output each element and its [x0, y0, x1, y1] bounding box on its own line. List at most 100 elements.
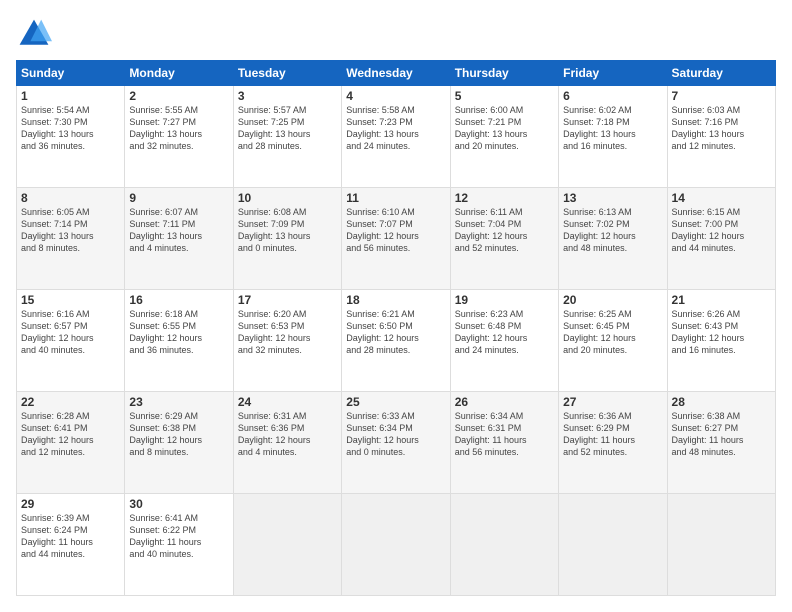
calendar-cell: 10Sunrise: 6:08 AM Sunset: 7:09 PM Dayli…	[233, 188, 341, 290]
calendar-cell: 24Sunrise: 6:31 AM Sunset: 6:36 PM Dayli…	[233, 392, 341, 494]
day-info: Sunrise: 6:08 AM Sunset: 7:09 PM Dayligh…	[238, 206, 337, 255]
day-number: 14	[672, 191, 771, 205]
day-number: 3	[238, 89, 337, 103]
day-number: 23	[129, 395, 228, 409]
day-info: Sunrise: 6:33 AM Sunset: 6:34 PM Dayligh…	[346, 410, 445, 459]
calendar-cell: 28Sunrise: 6:38 AM Sunset: 6:27 PM Dayli…	[667, 392, 775, 494]
day-number: 20	[563, 293, 662, 307]
day-number: 13	[563, 191, 662, 205]
day-info: Sunrise: 6:41 AM Sunset: 6:22 PM Dayligh…	[129, 512, 228, 561]
weekday-header: Sunday	[17, 61, 125, 86]
day-number: 9	[129, 191, 228, 205]
calendar-cell	[559, 494, 667, 596]
day-number: 29	[21, 497, 120, 511]
day-number: 1	[21, 89, 120, 103]
calendar-cell: 4Sunrise: 5:58 AM Sunset: 7:23 PM Daylig…	[342, 86, 450, 188]
day-number: 21	[672, 293, 771, 307]
weekday-header: Monday	[125, 61, 233, 86]
day-number: 6	[563, 89, 662, 103]
day-number: 18	[346, 293, 445, 307]
day-info: Sunrise: 6:18 AM Sunset: 6:55 PM Dayligh…	[129, 308, 228, 357]
day-info: Sunrise: 6:03 AM Sunset: 7:16 PM Dayligh…	[672, 104, 771, 153]
day-info: Sunrise: 6:00 AM Sunset: 7:21 PM Dayligh…	[455, 104, 554, 153]
day-number: 2	[129, 89, 228, 103]
day-info: Sunrise: 5:57 AM Sunset: 7:25 PM Dayligh…	[238, 104, 337, 153]
day-number: 11	[346, 191, 445, 205]
day-number: 15	[21, 293, 120, 307]
calendar-cell	[450, 494, 558, 596]
day-info: Sunrise: 5:54 AM Sunset: 7:30 PM Dayligh…	[21, 104, 120, 153]
calendar-cell: 2Sunrise: 5:55 AM Sunset: 7:27 PM Daylig…	[125, 86, 233, 188]
day-number: 10	[238, 191, 337, 205]
day-info: Sunrise: 6:36 AM Sunset: 6:29 PM Dayligh…	[563, 410, 662, 459]
day-number: 17	[238, 293, 337, 307]
calendar-week-row: 1Sunrise: 5:54 AM Sunset: 7:30 PM Daylig…	[17, 86, 776, 188]
day-number: 27	[563, 395, 662, 409]
day-info: Sunrise: 5:58 AM Sunset: 7:23 PM Dayligh…	[346, 104, 445, 153]
calendar-week-row: 22Sunrise: 6:28 AM Sunset: 6:41 PM Dayli…	[17, 392, 776, 494]
weekday-header: Wednesday	[342, 61, 450, 86]
day-info: Sunrise: 6:13 AM Sunset: 7:02 PM Dayligh…	[563, 206, 662, 255]
day-number: 26	[455, 395, 554, 409]
calendar-cell	[667, 494, 775, 596]
calendar-cell: 25Sunrise: 6:33 AM Sunset: 6:34 PM Dayli…	[342, 392, 450, 494]
day-info: Sunrise: 5:55 AM Sunset: 7:27 PM Dayligh…	[129, 104, 228, 153]
calendar-cell: 6Sunrise: 6:02 AM Sunset: 7:18 PM Daylig…	[559, 86, 667, 188]
day-number: 4	[346, 89, 445, 103]
calendar-cell: 5Sunrise: 6:00 AM Sunset: 7:21 PM Daylig…	[450, 86, 558, 188]
day-info: Sunrise: 6:02 AM Sunset: 7:18 PM Dayligh…	[563, 104, 662, 153]
weekday-header: Thursday	[450, 61, 558, 86]
calendar-cell: 21Sunrise: 6:26 AM Sunset: 6:43 PM Dayli…	[667, 290, 775, 392]
weekday-header-row: SundayMondayTuesdayWednesdayThursdayFrid…	[17, 61, 776, 86]
day-number: 22	[21, 395, 120, 409]
calendar-cell: 23Sunrise: 6:29 AM Sunset: 6:38 PM Dayli…	[125, 392, 233, 494]
calendar-cell: 3Sunrise: 5:57 AM Sunset: 7:25 PM Daylig…	[233, 86, 341, 188]
day-info: Sunrise: 6:28 AM Sunset: 6:41 PM Dayligh…	[21, 410, 120, 459]
calendar-cell: 27Sunrise: 6:36 AM Sunset: 6:29 PM Dayli…	[559, 392, 667, 494]
day-number: 28	[672, 395, 771, 409]
header	[16, 16, 776, 52]
calendar-table: SundayMondayTuesdayWednesdayThursdayFrid…	[16, 60, 776, 596]
calendar-cell	[342, 494, 450, 596]
day-info: Sunrise: 6:25 AM Sunset: 6:45 PM Dayligh…	[563, 308, 662, 357]
day-number: 19	[455, 293, 554, 307]
calendar-week-row: 8Sunrise: 6:05 AM Sunset: 7:14 PM Daylig…	[17, 188, 776, 290]
logo-icon	[16, 16, 52, 52]
calendar-cell: 19Sunrise: 6:23 AM Sunset: 6:48 PM Dayli…	[450, 290, 558, 392]
day-info: Sunrise: 6:21 AM Sunset: 6:50 PM Dayligh…	[346, 308, 445, 357]
day-info: Sunrise: 6:16 AM Sunset: 6:57 PM Dayligh…	[21, 308, 120, 357]
weekday-header: Tuesday	[233, 61, 341, 86]
day-info: Sunrise: 6:34 AM Sunset: 6:31 PM Dayligh…	[455, 410, 554, 459]
day-number: 8	[21, 191, 120, 205]
day-info: Sunrise: 6:11 AM Sunset: 7:04 PM Dayligh…	[455, 206, 554, 255]
day-number: 7	[672, 89, 771, 103]
logo	[16, 16, 58, 52]
calendar-cell: 16Sunrise: 6:18 AM Sunset: 6:55 PM Dayli…	[125, 290, 233, 392]
day-number: 25	[346, 395, 445, 409]
day-info: Sunrise: 6:23 AM Sunset: 6:48 PM Dayligh…	[455, 308, 554, 357]
day-number: 12	[455, 191, 554, 205]
weekday-header: Saturday	[667, 61, 775, 86]
day-info: Sunrise: 6:31 AM Sunset: 6:36 PM Dayligh…	[238, 410, 337, 459]
calendar-cell: 17Sunrise: 6:20 AM Sunset: 6:53 PM Dayli…	[233, 290, 341, 392]
calendar-cell: 1Sunrise: 5:54 AM Sunset: 7:30 PM Daylig…	[17, 86, 125, 188]
calendar-week-row: 15Sunrise: 6:16 AM Sunset: 6:57 PM Dayli…	[17, 290, 776, 392]
day-info: Sunrise: 6:20 AM Sunset: 6:53 PM Dayligh…	[238, 308, 337, 357]
day-info: Sunrise: 6:05 AM Sunset: 7:14 PM Dayligh…	[21, 206, 120, 255]
calendar-cell: 11Sunrise: 6:10 AM Sunset: 7:07 PM Dayli…	[342, 188, 450, 290]
day-info: Sunrise: 6:29 AM Sunset: 6:38 PM Dayligh…	[129, 410, 228, 459]
calendar-cell: 20Sunrise: 6:25 AM Sunset: 6:45 PM Dayli…	[559, 290, 667, 392]
calendar-cell: 12Sunrise: 6:11 AM Sunset: 7:04 PM Dayli…	[450, 188, 558, 290]
calendar-cell: 29Sunrise: 6:39 AM Sunset: 6:24 PM Dayli…	[17, 494, 125, 596]
calendar-cell: 14Sunrise: 6:15 AM Sunset: 7:00 PM Dayli…	[667, 188, 775, 290]
day-info: Sunrise: 6:38 AM Sunset: 6:27 PM Dayligh…	[672, 410, 771, 459]
day-info: Sunrise: 6:07 AM Sunset: 7:11 PM Dayligh…	[129, 206, 228, 255]
calendar-cell: 7Sunrise: 6:03 AM Sunset: 7:16 PM Daylig…	[667, 86, 775, 188]
day-number: 16	[129, 293, 228, 307]
calendar-cell: 30Sunrise: 6:41 AM Sunset: 6:22 PM Dayli…	[125, 494, 233, 596]
day-info: Sunrise: 6:10 AM Sunset: 7:07 PM Dayligh…	[346, 206, 445, 255]
day-number: 30	[129, 497, 228, 511]
weekday-header: Friday	[559, 61, 667, 86]
day-info: Sunrise: 6:15 AM Sunset: 7:00 PM Dayligh…	[672, 206, 771, 255]
calendar-cell: 9Sunrise: 6:07 AM Sunset: 7:11 PM Daylig…	[125, 188, 233, 290]
